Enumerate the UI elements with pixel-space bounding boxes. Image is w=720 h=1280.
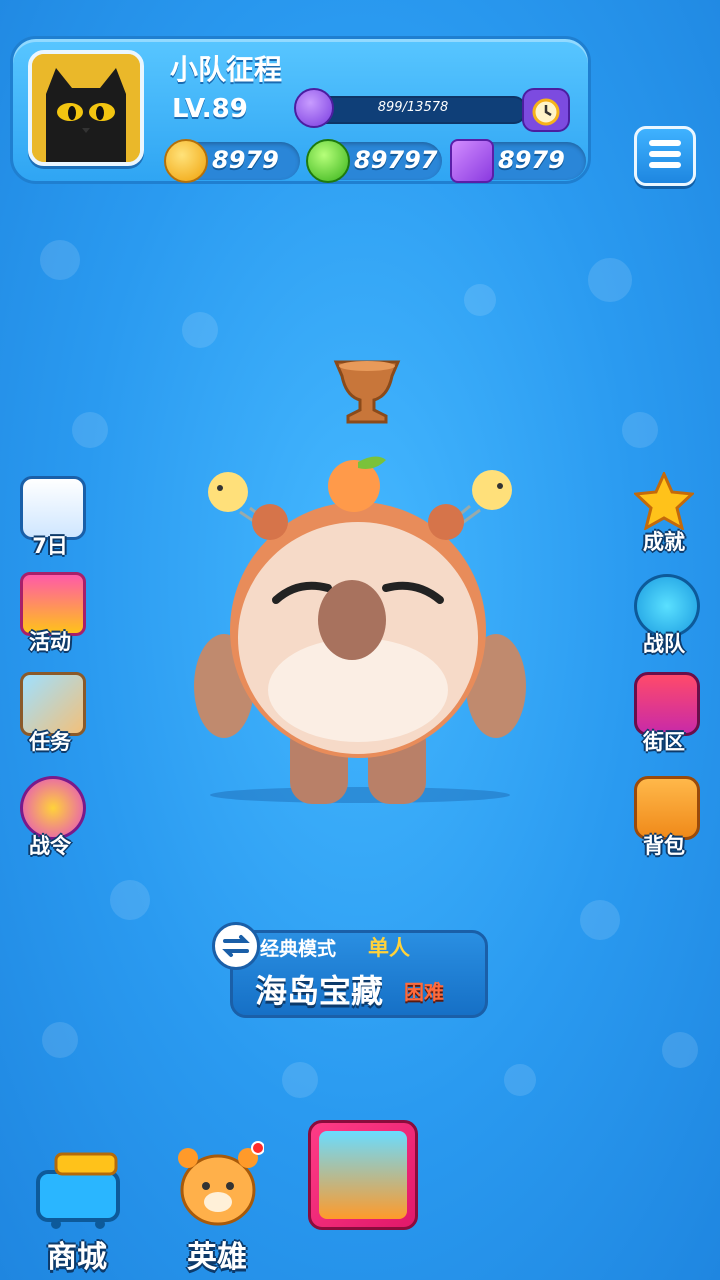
alarm-clock-icon[interactable] xyxy=(522,88,570,132)
mode-type-label: 经典模式 xyxy=(260,938,337,960)
mode-players-label: 单人 xyxy=(368,936,410,960)
team-button[interactable]: 战队 xyxy=(624,574,704,666)
swap-arrows-icon xyxy=(222,935,250,957)
black-cat-avatar-icon xyxy=(32,54,140,162)
xp-gem-icon xyxy=(294,88,334,128)
district-button[interactable]: 街区 xyxy=(624,672,704,764)
backpack-label: 背包 xyxy=(643,834,685,858)
currency-gold[interactable]: 8979 xyxy=(164,139,300,183)
xp-text: 899/13578 xyxy=(377,100,449,115)
nav-battle-tile[interactable] xyxy=(308,1120,418,1230)
star-icon xyxy=(634,472,694,530)
battle-tile-art xyxy=(319,1131,407,1219)
gold-amount: 8979 xyxy=(212,146,279,174)
player-level: LV.89 xyxy=(172,94,248,124)
shop-cart-icon xyxy=(36,1152,120,1229)
capybara-hero-character[interactable] xyxy=(190,450,530,820)
quests-label: 任务 xyxy=(29,730,71,754)
events-label: 活动 xyxy=(29,630,71,654)
purple-ticket-icon xyxy=(450,139,494,183)
backpack-button[interactable]: 背包 xyxy=(624,776,704,868)
achievements-label: 成就 xyxy=(643,530,685,554)
currency-ticket[interactable]: 8979 xyxy=(450,139,586,183)
ticket-amount: 8979 xyxy=(498,146,565,174)
battle-pass-label: 战令 xyxy=(29,834,71,858)
achievements-button[interactable]: 成就 xyxy=(624,472,704,564)
trophy-icon[interactable] xyxy=(328,356,406,426)
battle-pass-button[interactable]: 战令 xyxy=(10,776,90,868)
main-menu-button[interactable] xyxy=(634,126,696,186)
menu-line-icon xyxy=(649,162,681,168)
menu-line-icon xyxy=(649,151,681,157)
player-avatar[interactable] xyxy=(28,50,144,166)
mode-switch-button[interactable] xyxy=(212,922,260,970)
notification-dot-icon xyxy=(251,1141,264,1155)
district-label: 街区 xyxy=(643,730,685,754)
nav-hero-button[interactable]: 英雄 xyxy=(162,1140,272,1275)
mode-difficulty-label: 困难 xyxy=(404,980,444,1004)
nav-shop-button[interactable]: 商城 xyxy=(22,1140,132,1275)
events-button[interactable]: 活动 xyxy=(10,572,90,664)
mode-map-label: 海岛宝藏 xyxy=(255,972,384,1010)
player-name: 小队征程 xyxy=(170,53,283,86)
team-label: 战队 xyxy=(643,632,685,656)
gold-coin-icon xyxy=(164,139,208,183)
tiger-hero-icon xyxy=(178,1141,264,1226)
green-gem-icon xyxy=(306,139,350,183)
nav-shop-label: 商城 xyxy=(47,1240,107,1275)
seven-day-label: 7日 xyxy=(32,534,68,558)
nav-hero-label: 英雄 xyxy=(187,1240,247,1275)
menu-line-icon xyxy=(649,140,681,146)
gem-amount: 89797 xyxy=(354,146,438,174)
currency-gem[interactable]: 89797 xyxy=(306,139,442,183)
quests-button[interactable]: 任务 xyxy=(10,672,90,764)
seven-day-button[interactable]: 7日 xyxy=(10,476,90,568)
